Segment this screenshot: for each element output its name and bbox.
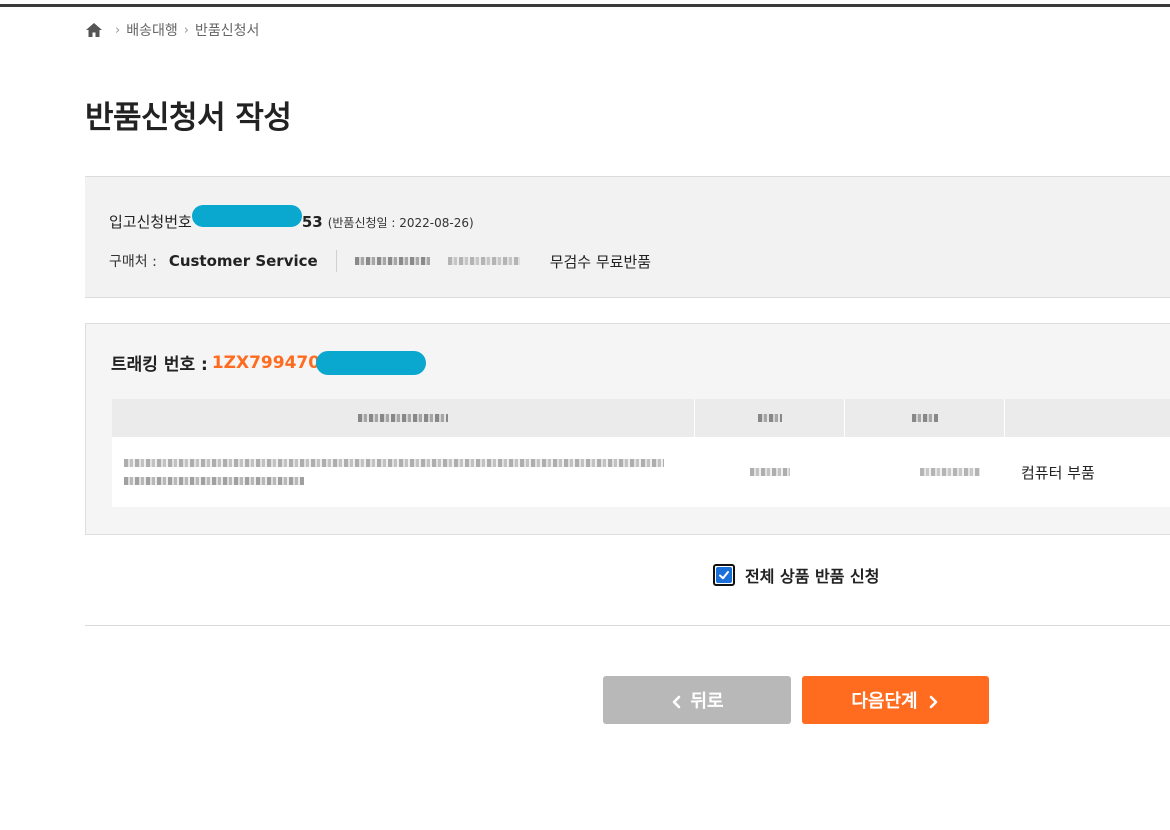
top-border: [0, 4, 1170, 7]
chevron-left-icon: [670, 693, 684, 709]
checkmark-icon: [716, 567, 732, 583]
breadcrumb-item-shipping[interactable]: 배송대행: [126, 20, 178, 40]
column-header-category: 품: [1005, 399, 1170, 437]
tracking-heading: 트래킹 번호 : 1ZX799470: [111, 350, 427, 375]
pixelated-text: [354, 257, 430, 265]
buyer-label: 구매처 :: [109, 254, 157, 270]
tracking-panel: 트래킹 번호 : 1ZX799470 품 컴퓨터 부품: [85, 323, 1170, 535]
all-items-return-label: 전체 상품 반품 신청: [745, 567, 880, 586]
pixelated-text: [447, 257, 520, 265]
table-header: 품: [112, 399, 1170, 437]
table-row: 컴퓨터 부품: [112, 437, 1170, 507]
buyer-line: 구매처 : Customer Service 무검수 무료반품: [109, 250, 651, 272]
chevron-right-icon: [926, 693, 940, 709]
request-date: (반품신청일 : 2022-08-26): [327, 216, 474, 230]
chevron-right-icon: ›: [183, 22, 189, 38]
column-header-quantity: [695, 399, 845, 437]
back-button-label: 뒤로: [690, 691, 724, 712]
home-icon[interactable]: [85, 22, 103, 38]
tracking-number: 1ZX799470: [211, 352, 321, 373]
page-title: 반품신청서 작성: [85, 100, 292, 136]
all-items-return-checkbox[interactable]: [713, 564, 735, 586]
quantity-cell: [695, 437, 845, 507]
breadcrumb: › 배송대행 › 반품신청서: [85, 20, 259, 40]
price-cell: [845, 437, 1005, 507]
next-step-button[interactable]: 다음단계: [802, 676, 989, 724]
redacted-tracking-number: [316, 350, 427, 375]
order-info-panel: 입고신청번호 53 (반품신청일 : 2022-08-26) 구매처 : Cus…: [85, 176, 1170, 298]
redacted-request-number: [191, 205, 302, 227]
column-header-product: [112, 399, 695, 437]
request-number-suffix: 53: [301, 213, 323, 231]
all-items-return-option[interactable]: 전체 상품 반품 신청: [713, 563, 879, 587]
inspection-type: 무검수 무료반품: [549, 252, 652, 271]
breadcrumb-item-return-form[interactable]: 반품신청서: [195, 20, 259, 40]
next-step-button-label: 다음단계: [851, 691, 918, 712]
divider: [335, 250, 337, 272]
tracking-label: 트래킹 번호 :: [111, 355, 208, 375]
section-divider: [85, 625, 1170, 626]
chevron-right-icon: ›: [115, 22, 121, 38]
return-items-table: 품 컴퓨터 부품: [112, 399, 1170, 507]
request-number-line: 입고신청번호 53 (반품신청일 : 2022-08-26): [109, 205, 474, 232]
product-name-cell: [112, 437, 695, 507]
category-cell: 컴퓨터 부품: [1005, 437, 1170, 507]
column-header-price: [845, 399, 1005, 437]
buyer-value: Customer Service: [168, 252, 318, 270]
back-button[interactable]: 뒤로: [603, 676, 791, 724]
request-number-label: 입고신청번호: [109, 213, 192, 231]
